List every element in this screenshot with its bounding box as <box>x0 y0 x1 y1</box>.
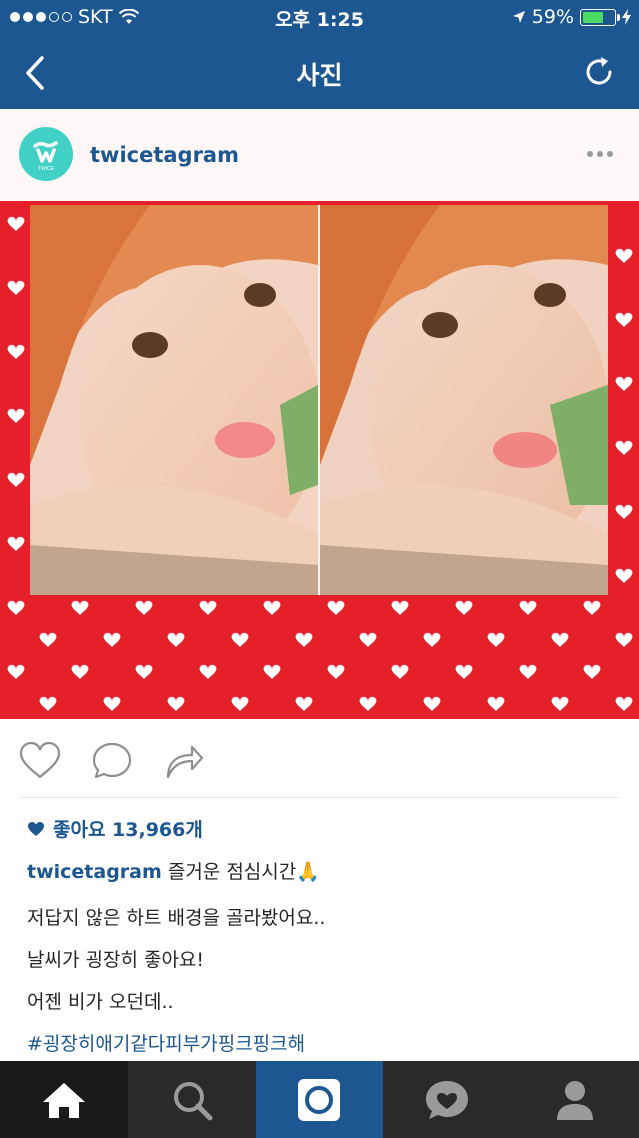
caption-text: 즐거운 점심시간🙏 <box>167 861 320 883</box>
tab-home[interactable] <box>0 1061 128 1138</box>
twice-logo-icon: TWICE <box>33 141 58 172</box>
avatar[interactable]: TWICE <box>19 127 73 181</box>
page-title: 사진 <box>296 61 343 90</box>
battery-icon <box>580 8 620 26</box>
small-heart-icon <box>28 821 44 836</box>
caption-hashtag[interactable]: #굉장히애기같다피부가핑크핑크해 <box>27 1029 305 1056</box>
caption-username[interactable]: twicetagram <box>27 861 162 883</box>
status-right: 59% <box>512 6 631 28</box>
avatar-logo-text: TWICE <box>38 166 55 172</box>
charging-bolt-icon <box>622 9 631 25</box>
post-header: TWICE twicetagram <box>0 109 639 201</box>
share-arrow-icon[interactable] <box>162 739 206 783</box>
post-photo[interactable] <box>0 201 639 719</box>
top-bar: SKT 오후 1:25 59% 사진 <box>0 0 639 109</box>
post-username[interactable]: twicetagram <box>90 143 239 167</box>
comment-bubble-icon[interactable] <box>90 739 134 783</box>
actions-divider <box>20 797 619 798</box>
caption-line-2: 날씨가 굉장히 좋아요! <box>27 949 205 971</box>
selfie-left-image <box>30 205 318 595</box>
tab-activity[interactable] <box>383 1061 511 1138</box>
like-heart-icon[interactable] <box>18 739 62 783</box>
activity-icon <box>426 1080 469 1119</box>
location-arrow-icon <box>512 11 525 23</box>
more-options-icon[interactable] <box>587 151 613 157</box>
post-actions <box>0 719 639 797</box>
likes-count[interactable]: 좋아요 13,966개 <box>27 815 203 842</box>
caption-line-3: 어젠 비가 오던데.. <box>27 991 174 1013</box>
profile-icon <box>557 1080 594 1120</box>
home-icon <box>42 1082 85 1118</box>
selfie-right-image <box>320 205 608 595</box>
bottom-tab-bar <box>0 1061 639 1138</box>
camera-icon <box>298 1078 341 1121</box>
nav-bar: 사진 <box>0 36 639 109</box>
tab-profile[interactable] <box>511 1061 639 1138</box>
caption-line-1: 저답지 않은 하트 배경을 골라봤어요.. <box>27 907 326 929</box>
likes-label: 좋아요 13,966개 <box>53 819 203 841</box>
caption-first-line: twicetagram 즐거운 점심시간🙏 <box>27 857 320 884</box>
search-icon <box>173 1081 213 1120</box>
status-bar: SKT 오후 1:25 59% <box>0 0 639 36</box>
refresh-icon[interactable] <box>581 54 617 90</box>
tab-search[interactable] <box>128 1061 256 1138</box>
battery-percent: 59% <box>531 6 574 28</box>
tab-camera[interactable] <box>255 1061 384 1138</box>
selfie-collage <box>30 205 608 595</box>
